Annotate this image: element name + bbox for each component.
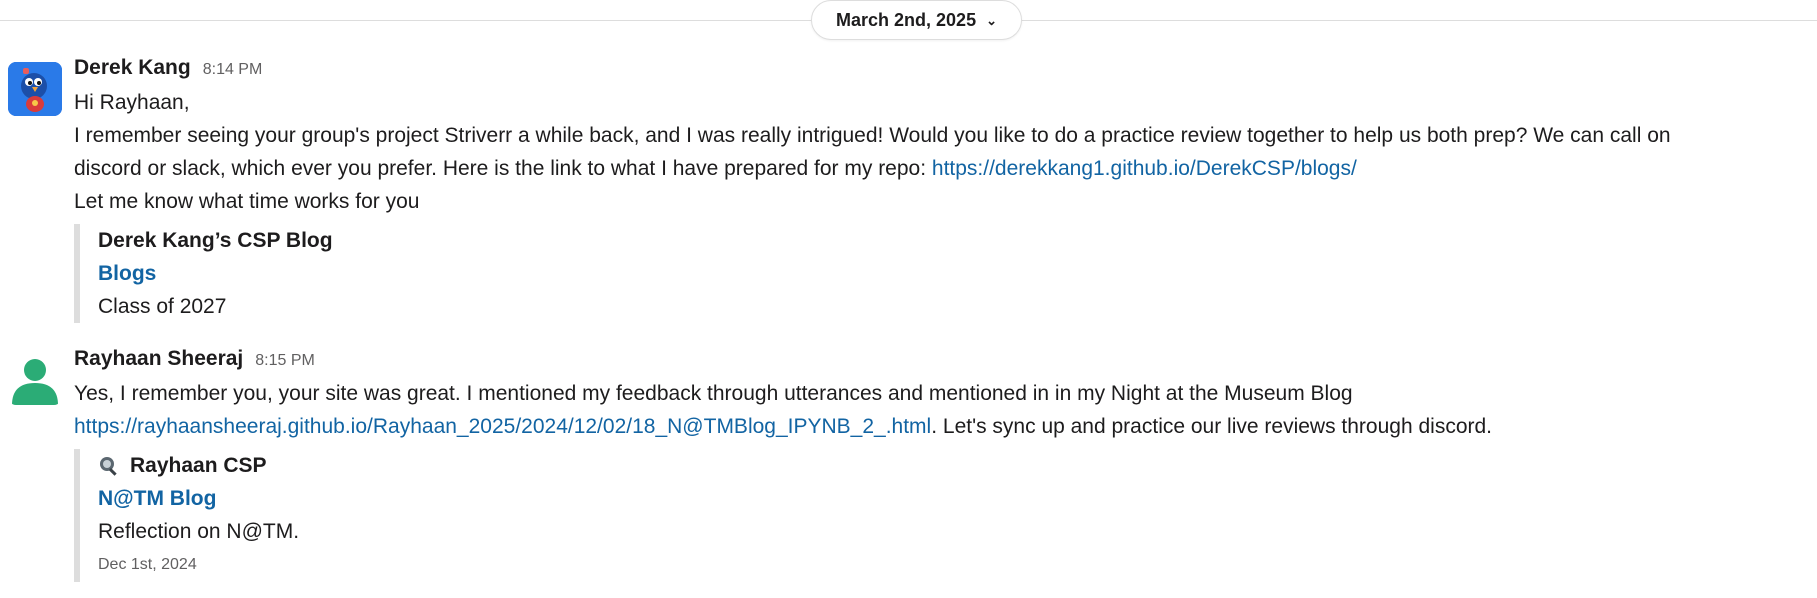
preview-description: Reflection on N@TM.	[98, 520, 300, 543]
date-divider-button[interactable]: March 2nd, 2025 ⌄	[811, 0, 1022, 40]
date-divider-label: March 2nd, 2025	[836, 9, 977, 30]
author-name[interactable]: Derek Kang	[74, 56, 191, 80]
avatar[interactable]	[8, 351, 62, 405]
preview-site: Rayhaan CSP	[98, 449, 1797, 482]
preview-site-name: Derek Kang’s CSP Blog	[98, 229, 333, 252]
blog-link[interactable]: https://derekkang1.github.io/DerekCSP/bl…	[932, 157, 1357, 180]
message-text: Yes, I remember you, your site was great…	[74, 382, 1353, 405]
message-text: Let me know what time works for you	[74, 190, 420, 213]
preview-site-name: Rayhaan CSP	[130, 454, 267, 477]
author-name[interactable]: Rayhaan Sheeraj	[74, 347, 243, 371]
chevron-down-icon: ⌄	[986, 12, 997, 28]
message-timestamp[interactable]: 8:14 PM	[203, 61, 263, 79]
preview-title-link[interactable]: Blogs	[98, 257, 1797, 290]
message-text: I remember seeing your group's project S…	[74, 124, 1671, 147]
preview-title-link[interactable]: N@TM Blog	[98, 482, 1797, 515]
default-user-icon	[8, 351, 62, 405]
blog-link[interactable]: https://rayhaansheeraj.github.io/Rayhaan…	[74, 415, 931, 438]
preview-date: Dec 1st, 2024	[98, 556, 197, 573]
preview-description: Class of 2027	[98, 295, 227, 318]
message-text-with-link: discord or slack, which ever you prefer.…	[74, 157, 1357, 180]
bird-character-icon	[8, 62, 62, 116]
message-text-with-link: https://rayhaansheeraj.github.io/Rayhaan…	[74, 415, 1493, 438]
link-preview: Derek Kang’s CSP Blog Blogs Class of 202…	[74, 224, 1797, 323]
link-preview: Rayhaan CSP N@TM Blog Reflection on N@TM…	[74, 449, 1797, 582]
magnifier-robot-icon	[100, 456, 117, 476]
message-text: Hi Rayhaan,	[74, 91, 190, 114]
avatar[interactable]	[8, 62, 62, 116]
message-timestamp[interactable]: 8:15 PM	[255, 352, 315, 370]
